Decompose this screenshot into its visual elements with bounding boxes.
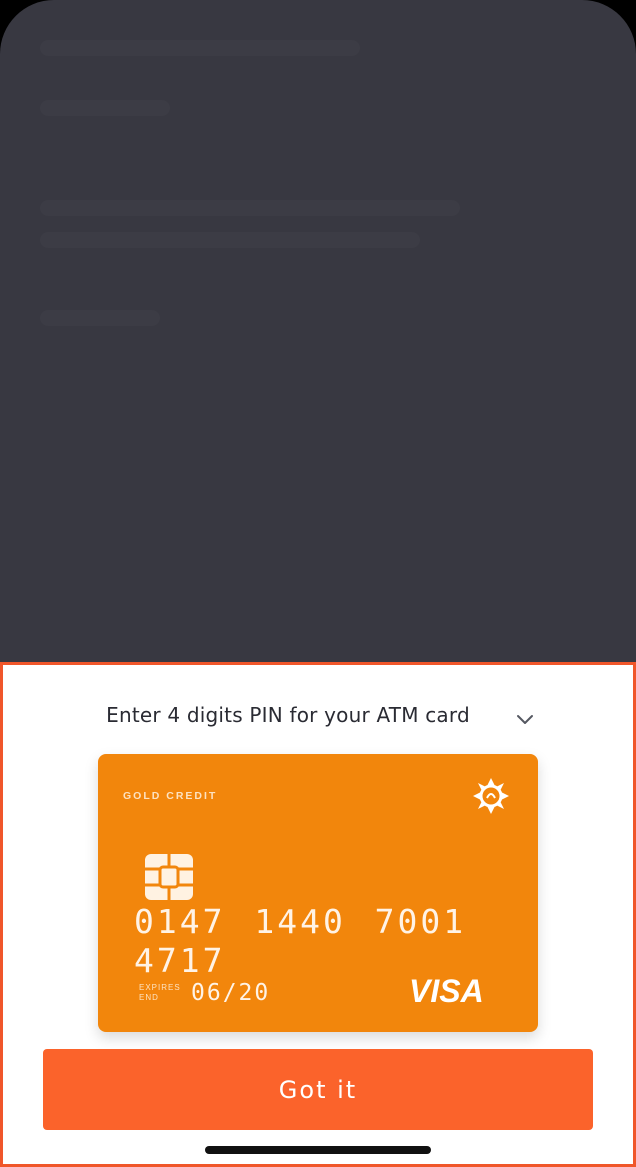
sheet-title: Enter 4 digits PIN for your ATM card [106, 703, 470, 727]
card-number: 0147 1440 7001 4717 [134, 902, 467, 980]
home-indicator[interactable] [205, 1146, 431, 1154]
card-type-label: GOLD CREDIT [123, 790, 218, 802]
card-brand-logo: VISA [409, 973, 484, 1009]
bg-line [40, 232, 420, 248]
expires-label-line2: END [139, 993, 159, 1002]
chevron-down-icon[interactable] [513, 707, 537, 731]
expires-label-line1: EXPIRES [139, 983, 181, 992]
got-it-button[interactable]: Got it [43, 1049, 593, 1130]
atm-card: GOLD CREDIT 0147 1440 7001 4717 EXPIRES … [98, 754, 538, 1032]
card-logo-icon [473, 778, 509, 814]
bg-line [40, 310, 160, 326]
bg-line [40, 200, 460, 216]
expires-label: EXPIRES END [139, 983, 181, 1003]
pin-bottom-sheet: Enter 4 digits PIN for your ATM card GOL… [0, 662, 636, 1167]
expiry-date: 06/20 [191, 980, 271, 1006]
bg-line [40, 100, 170, 116]
bg-line [40, 40, 360, 56]
chip-icon [145, 854, 193, 900]
phone-screen: Enter 4 digits PIN for your ATM card GOL… [0, 0, 636, 1167]
